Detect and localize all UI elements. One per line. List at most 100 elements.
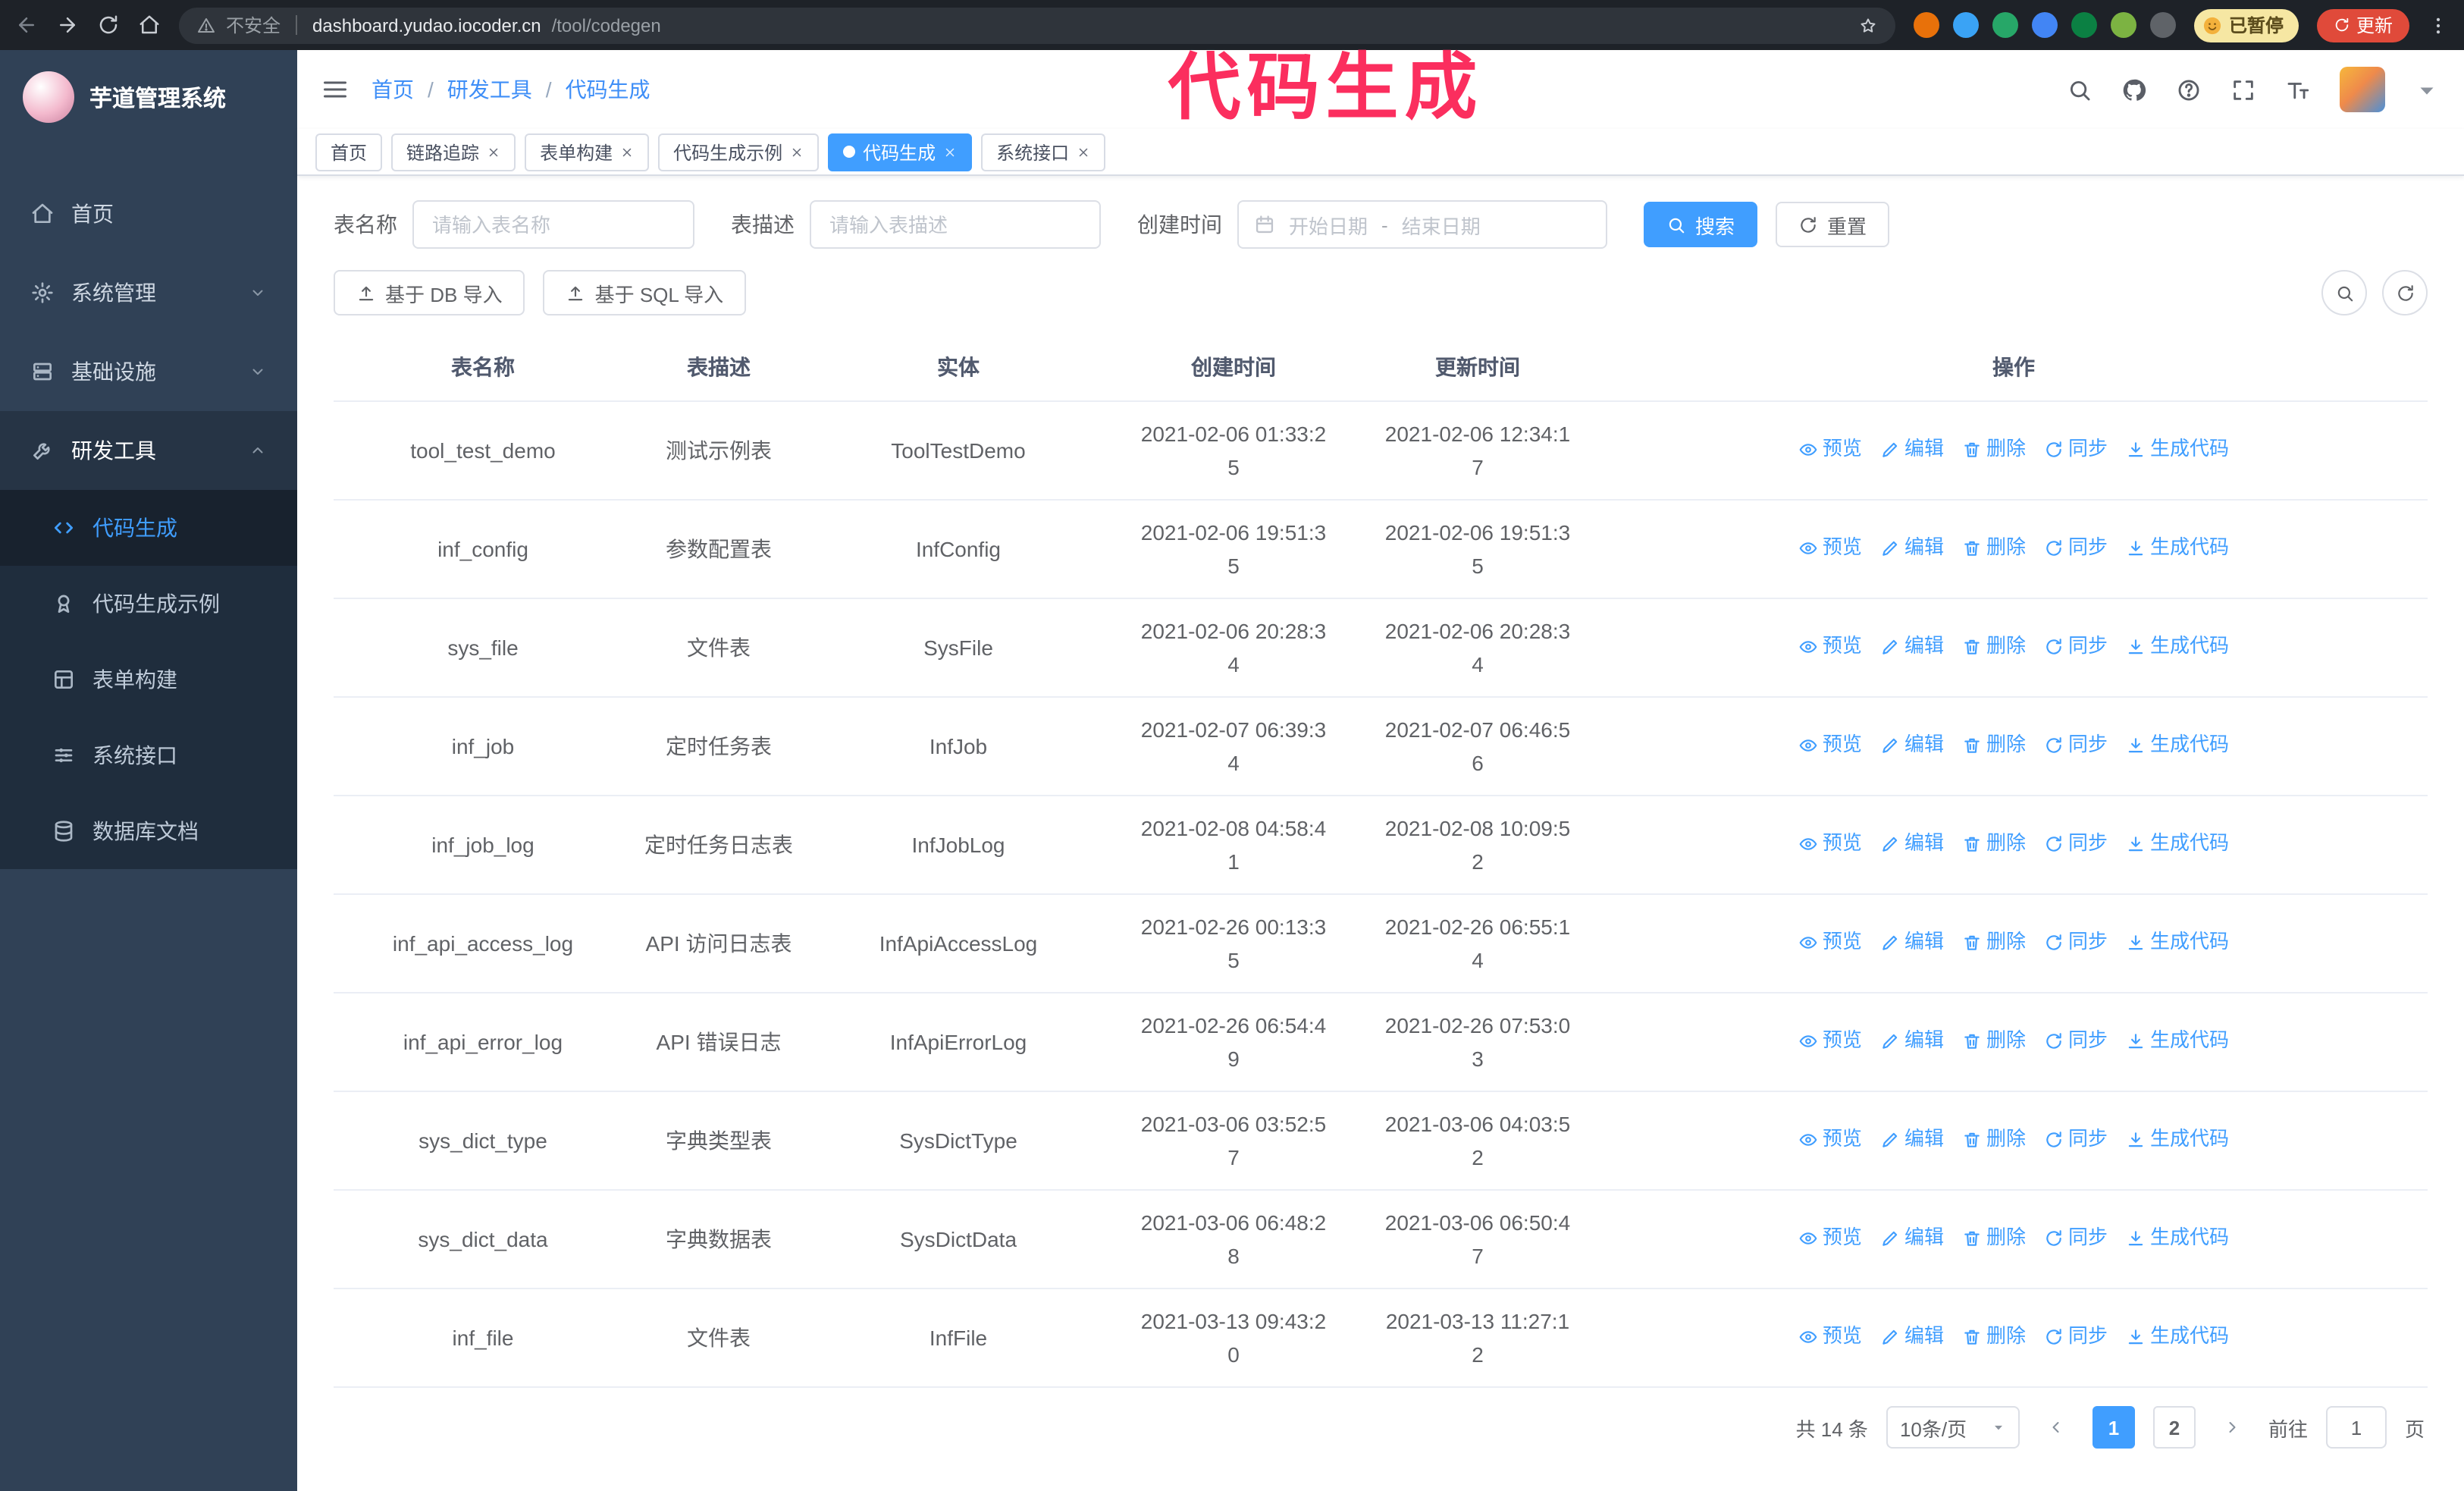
help-icon[interactable] [2176, 77, 2202, 102]
action-delete-link[interactable]: 删除 [1962, 433, 2026, 466]
tab-codegen[interactable]: 代码生成 [828, 133, 973, 171]
extension-icon[interactable] [1992, 12, 2018, 38]
action-edit-link[interactable]: 编辑 [1880, 1320, 1944, 1354]
action-delete-link[interactable]: 删除 [1962, 926, 2026, 959]
action-eye-link[interactable]: 预览 [1798, 1123, 1862, 1157]
action-eye-link[interactable]: 预览 [1798, 1320, 1862, 1354]
github-icon[interactable] [2121, 77, 2147, 102]
sidebar-item-db-doc[interactable]: 数据库文档 [0, 793, 297, 869]
action-delete-link[interactable]: 删除 [1962, 532, 2026, 565]
action-delete-link[interactable]: 删除 [1962, 1320, 2026, 1354]
action-eye-link[interactable]: 预览 [1798, 1222, 1862, 1255]
close-tab-icon[interactable] [1077, 145, 1090, 159]
action-generate-link[interactable]: 生成代码 [2126, 1320, 2229, 1354]
tab-home[interactable]: 首页 [315, 133, 383, 171]
collapse-sidebar-icon[interactable] [321, 76, 349, 103]
close-tab-icon[interactable] [790, 145, 804, 159]
prev-page-button[interactable] [2038, 1406, 2074, 1449]
page-button-1[interactable]: 1 [2092, 1406, 2135, 1449]
font-size-icon[interactable] [2285, 77, 2311, 102]
next-page-button[interactable] [2214, 1406, 2250, 1449]
action-generate-link[interactable]: 生成代码 [2126, 926, 2229, 959]
browser-reload-icon[interactable] [97, 14, 120, 36]
goto-page-input[interactable] [2325, 1406, 2387, 1449]
close-tab-icon[interactable] [620, 145, 634, 159]
action-delete-link[interactable]: 删除 [1962, 1123, 2026, 1157]
action-sync-link[interactable]: 同步 [2044, 1123, 2108, 1157]
close-tab-icon[interactable] [943, 145, 957, 159]
breadcrumb-home[interactable]: 首页 [371, 74, 414, 105]
action-eye-link[interactable]: 预览 [1798, 532, 1862, 565]
extension-icon[interactable] [2071, 12, 2097, 38]
search-button[interactable]: 搜索 [1644, 202, 1758, 247]
action-generate-link[interactable]: 生成代码 [2126, 1222, 2229, 1255]
table-desc-input[interactable] [810, 200, 1101, 249]
tab-tracing[interactable]: 链路追踪 [391, 133, 516, 171]
action-sync-link[interactable]: 同步 [2044, 630, 2108, 664]
action-edit-link[interactable]: 编辑 [1880, 1025, 1944, 1058]
browser-home-icon[interactable] [138, 14, 161, 36]
toggle-search-button[interactable] [2321, 270, 2367, 315]
action-eye-link[interactable]: 预览 [1798, 433, 1862, 466]
action-generate-link[interactable]: 生成代码 [2126, 1025, 2229, 1058]
url-bar[interactable]: 不安全 dashboard.yudao.iocoder.cn/tool/code… [179, 7, 1895, 43]
action-eye-link[interactable]: 预览 [1798, 729, 1862, 762]
page-size-select[interactable]: 10条/页 [1886, 1406, 2020, 1449]
bookmark-star-icon[interactable] [1859, 16, 1877, 34]
action-eye-link[interactable]: 预览 [1798, 926, 1862, 959]
sidebar-item-system[interactable]: 系统管理 [0, 253, 297, 332]
sidebar-item-form-builder[interactable]: 表单构建 [0, 642, 297, 717]
action-sync-link[interactable]: 同步 [2044, 926, 2108, 959]
logo[interactable]: 芋道管理系统 [0, 50, 297, 144]
action-sync-link[interactable]: 同步 [2044, 729, 2108, 762]
import-db-button[interactable]: 基于 DB 导入 [334, 270, 525, 315]
action-edit-link[interactable]: 编辑 [1880, 630, 1944, 664]
browser-back-icon[interactable] [15, 14, 38, 36]
action-generate-link[interactable]: 生成代码 [2126, 729, 2229, 762]
action-sync-link[interactable]: 同步 [2044, 1025, 2108, 1058]
sidebar-item-codegen-example[interactable]: 代码生成示例 [0, 566, 297, 642]
fullscreen-icon[interactable] [2230, 77, 2256, 102]
action-sync-link[interactable]: 同步 [2044, 1222, 2108, 1255]
action-delete-link[interactable]: 删除 [1962, 1025, 2026, 1058]
action-eye-link[interactable]: 预览 [1798, 827, 1862, 861]
action-sync-link[interactable]: 同步 [2044, 532, 2108, 565]
action-sync-link[interactable]: 同步 [2044, 827, 2108, 861]
action-generate-link[interactable]: 生成代码 [2126, 827, 2229, 861]
action-edit-link[interactable]: 编辑 [1880, 926, 1944, 959]
close-tab-icon[interactable] [487, 145, 500, 159]
breadcrumb-devtools[interactable]: 研发工具 [447, 74, 532, 105]
action-sync-link[interactable]: 同步 [2044, 1320, 2108, 1354]
action-edit-link[interactable]: 编辑 [1880, 1222, 1944, 1255]
action-delete-link[interactable]: 删除 [1962, 729, 2026, 762]
extension-icon[interactable] [1913, 12, 1939, 38]
paused-badge[interactable]: 已暂停 [2193, 8, 2299, 42]
sidebar-item-codegen[interactable]: 代码生成 [0, 490, 297, 566]
update-button[interactable]: 更新 [2316, 8, 2409, 42]
tab-api[interactable]: 系统接口 [981, 133, 1106, 171]
action-edit-link[interactable]: 编辑 [1880, 827, 1944, 861]
import-sql-button[interactable]: 基于 SQL 导入 [543, 270, 747, 315]
tab-form-builder[interactable]: 表单构建 [525, 133, 650, 171]
action-generate-link[interactable]: 生成代码 [2126, 1123, 2229, 1157]
extension-icon[interactable] [2149, 12, 2176, 38]
action-eye-link[interactable]: 预览 [1798, 630, 1862, 664]
action-generate-link[interactable]: 生成代码 [2126, 532, 2229, 565]
create-time-range-picker[interactable]: 开始日期 - 结束日期 [1237, 200, 1607, 249]
refresh-table-button[interactable] [2382, 270, 2428, 315]
action-generate-link[interactable]: 生成代码 [2126, 433, 2229, 466]
sidebar-item-devtools[interactable]: 研发工具 [0, 411, 297, 490]
action-edit-link[interactable]: 编辑 [1880, 532, 1944, 565]
action-sync-link[interactable]: 同步 [2044, 433, 2108, 466]
search-icon[interactable] [2067, 77, 2093, 102]
action-delete-link[interactable]: 删除 [1962, 630, 2026, 664]
reset-button[interactable]: 重置 [1776, 202, 1890, 247]
action-generate-link[interactable]: 生成代码 [2126, 630, 2229, 664]
page-button-2[interactable]: 2 [2152, 1406, 2196, 1449]
user-avatar[interactable] [2340, 67, 2385, 112]
action-edit-link[interactable]: 编辑 [1880, 433, 1944, 466]
action-delete-link[interactable]: 删除 [1962, 1222, 2026, 1255]
sidebar-item-infra[interactable]: 基础设施 [0, 332, 297, 411]
action-edit-link[interactable]: 编辑 [1880, 1123, 1944, 1157]
tab-codegen-example[interactable]: 代码生成示例 [658, 133, 820, 171]
